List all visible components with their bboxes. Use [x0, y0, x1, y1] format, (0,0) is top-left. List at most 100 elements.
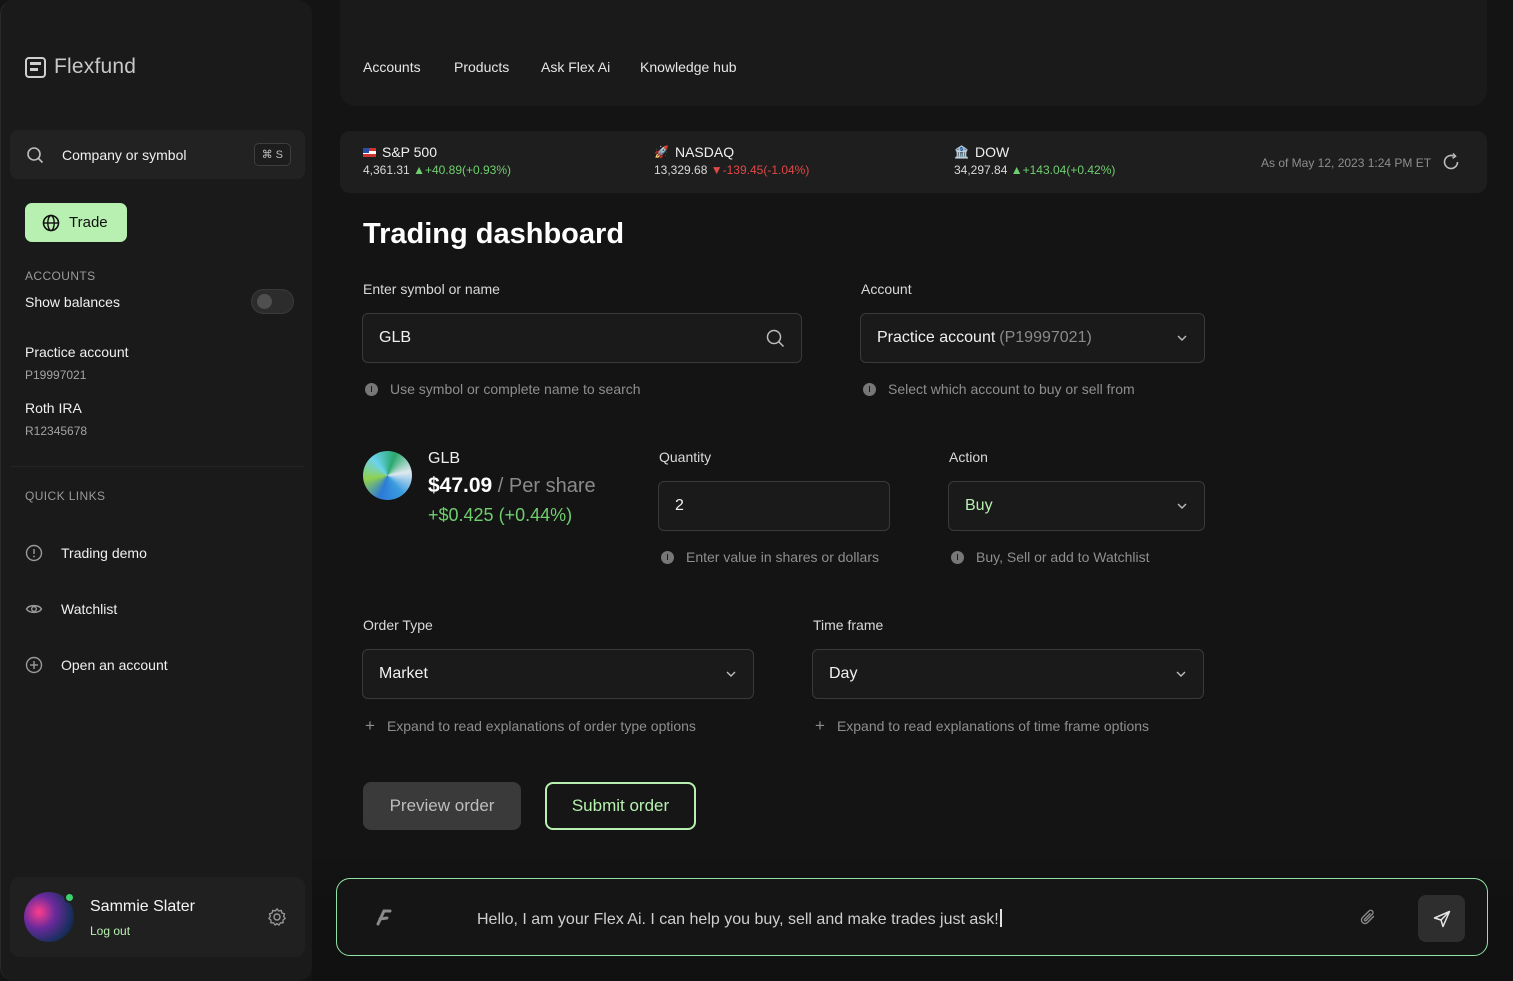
- quick-link-label: Watchlist: [61, 601, 118, 617]
- preview-order-button[interactable]: Preview order: [363, 782, 521, 830]
- account-select-id: (P19997021): [999, 329, 1092, 346]
- paperclip-icon[interactable]: [1358, 907, 1378, 927]
- stock-symbol: GLB: [428, 450, 461, 467]
- symbol-field-label: Enter symbol or name: [363, 281, 500, 297]
- action-select[interactable]: Buy: [948, 481, 1205, 531]
- action-select-value: Buy: [965, 497, 993, 514]
- account-hint: Select which account to buy or sell from: [863, 381, 1135, 397]
- stock-logo: [363, 451, 412, 500]
- order-type-field-label: Order Type: [363, 617, 433, 633]
- online-status-dot: [64, 892, 75, 903]
- order-type-select-value: Market: [379, 665, 428, 682]
- show-balances-label: Show balances: [25, 294, 120, 310]
- plus-icon: +: [815, 716, 825, 735]
- ticker-name: DOW: [974, 144, 1010, 160]
- action-hint-text: Buy, Sell or add to Watchlist: [976, 549, 1150, 565]
- quick-links-section-title: QUICK LINKS: [25, 489, 106, 503]
- time-frame-expand[interactable]: + Expand to read explanations of time fr…: [815, 717, 1149, 734]
- info-icon: [951, 550, 964, 564]
- sidebar-account-practice[interactable]: Practice account: [25, 344, 129, 360]
- refresh-icon[interactable]: [1441, 152, 1461, 172]
- quick-link-trading-demo[interactable]: Trading demo: [25, 544, 147, 562]
- accounts-section-title: ACCOUNTS: [25, 269, 96, 283]
- stock-price-value: $47.09: [428, 474, 493, 497]
- ticker-value: 4,361.31: [363, 163, 410, 177]
- gear-icon[interactable]: [267, 907, 287, 927]
- user-name: Sammie Slater: [90, 898, 195, 915]
- nav-knowledge-hub[interactable]: Knowledge hub: [640, 59, 737, 75]
- page-title: Trading dashboard: [363, 218, 625, 250]
- search-shortcut-badge: ⌘ S: [253, 143, 291, 166]
- app-name: Flexfund: [54, 55, 137, 78]
- nav-products[interactable]: Products: [454, 59, 509, 75]
- bank-icon: 🏦: [954, 145, 969, 159]
- symbol-hint-text: Use symbol or complete name to search: [390, 381, 641, 397]
- quick-link-watchlist[interactable]: Watchlist: [25, 600, 117, 618]
- ticker-name: NASDAQ: [674, 144, 735, 160]
- quick-link-label: Open an account: [61, 657, 168, 673]
- search-icon[interactable]: [766, 329, 785, 348]
- stock-change: +$0.425 (+0.44%): [428, 505, 573, 525]
- ticker-nasdaq[interactable]: 🚀 NASDAQ 13,329.68 ▼-139.45(-1.04%): [654, 144, 809, 177]
- order-type-select[interactable]: Market: [362, 649, 754, 699]
- triangle-down-icon: ▼: [710, 163, 723, 177]
- quick-link-open-account[interactable]: Open an account: [25, 656, 168, 674]
- send-icon: [1433, 910, 1450, 927]
- trade-button[interactable]: Trade: [25, 203, 127, 242]
- symbol-input[interactable]: GLB: [362, 313, 802, 363]
- rocket-icon: 🚀: [654, 145, 669, 159]
- company-search-label: Company or symbol: [62, 146, 187, 163]
- text-caret: [999, 909, 1002, 927]
- symbol-hint: Use symbol or complete name to search: [365, 381, 641, 397]
- stock-price-unit: / Per share: [492, 475, 596, 497]
- send-button[interactable]: [1418, 895, 1465, 942]
- ticker-value: 13,329.68: [654, 163, 708, 177]
- ticker-value: 34,297.84: [954, 163, 1008, 177]
- ticker-change: +143.04(+0.42%): [1022, 163, 1116, 177]
- flex-ai-logo-icon: [376, 909, 392, 926]
- quantity-field-label: Quantity: [659, 449, 712, 465]
- chevron-down-icon: [1176, 671, 1186, 677]
- ticker-name: S&P 500: [382, 144, 438, 160]
- nav-ask-flex-ai[interactable]: Ask Flex Ai: [541, 59, 610, 75]
- chat-input[interactable]: Hello, I am your Flex Ai. I can help you…: [477, 909, 1002, 929]
- flex-ai-chat-bar[interactable]: Hello, I am your Flex Ai. I can help you…: [336, 878, 1488, 956]
- account-select-value: Practice account: [877, 329, 996, 346]
- time-frame-select-value: Day: [829, 665, 858, 682]
- account-select[interactable]: Practice account (P19997021): [860, 313, 1205, 363]
- plus-circle-icon: [25, 656, 43, 674]
- globe-icon: [42, 214, 60, 231]
- triangle-up-icon: ▲: [1010, 163, 1023, 177]
- sidebar-account-roth-ira[interactable]: Roth IRA: [25, 400, 82, 416]
- sidebar-account-roth-ira-id: R12345678: [25, 424, 88, 438]
- ticker-sp500[interactable]: S&P 500 4,361.31 ▲+40.89(+0.93%): [363, 144, 511, 177]
- show-balances-toggle[interactable]: [251, 289, 294, 314]
- time-frame-select[interactable]: Day: [812, 649, 1204, 699]
- market-ticker: S&P 500 4,361.31 ▲+40.89(+0.93%) 🚀 NASDAQ…: [340, 131, 1487, 193]
- info-circle-icon: [25, 544, 43, 562]
- logout-link[interactable]: Log out: [90, 924, 130, 938]
- quantity-input[interactable]: 2: [658, 481, 890, 531]
- time-frame-field-label: Time frame: [813, 617, 884, 633]
- chevron-down-icon: [1177, 335, 1187, 341]
- action-field-label: Action: [949, 449, 988, 465]
- ticker-change: -139.45(-1.04%): [722, 163, 810, 177]
- stock-price: $47.09 / Per share: [428, 474, 596, 498]
- nav-accounts[interactable]: Accounts: [363, 59, 421, 75]
- info-icon: [661, 550, 674, 564]
- info-icon: [365, 382, 378, 396]
- company-search[interactable]: Company or symbol ⌘ S: [10, 130, 305, 179]
- chevron-down-icon: [726, 671, 736, 677]
- time-frame-expand-text: Expand to read explanations of time fram…: [836, 717, 1150, 734]
- submit-order-button[interactable]: Submit order: [545, 782, 696, 830]
- search-icon: [27, 146, 44, 163]
- order-type-expand[interactable]: + Expand to read explanations of order t…: [365, 717, 696, 734]
- user-card: Sammie Slater Log out: [10, 877, 305, 957]
- symbol-input-value: GLB: [379, 329, 412, 346]
- ticker-dow[interactable]: 🏦 DOW 34,297.84 ▲+143.04(+0.42%): [954, 144, 1115, 177]
- plus-icon: +: [365, 716, 375, 735]
- account-hint-text: Select which account to buy or sell from: [888, 381, 1135, 397]
- quantity-hint: Enter value in shares or dollars: [661, 549, 879, 565]
- trade-button-label: Trade: [69, 214, 108, 231]
- app-logo[interactable]: Flexfund: [25, 55, 136, 79]
